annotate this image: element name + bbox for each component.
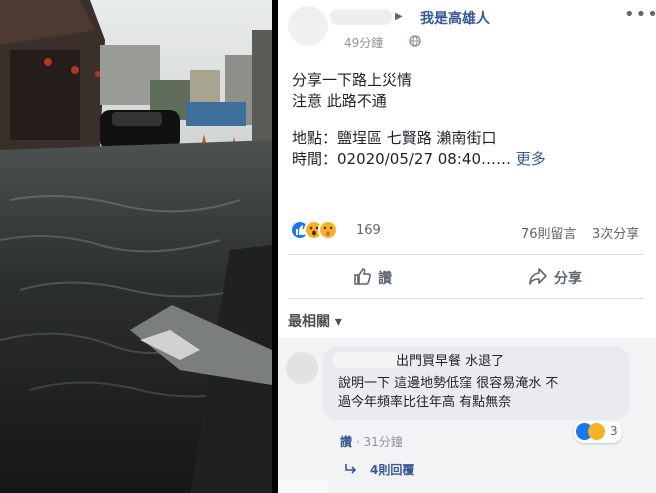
like-icon	[354, 268, 371, 285]
comment-body: 說明一下 這邊地勢低窪 很容易淹水 不 過今年頻率比往年高 有點無奈	[338, 374, 602, 412]
comment-text-line: 說明一下 這邊地勢低窪 很容易淹水 不	[338, 376, 559, 391]
like-button-label: 讚	[378, 271, 392, 287]
post-body: 分享一下路上災情 注意 此路不通 地點：鹽埕區 七賢路 瀨南街口 時間：0202…	[292, 70, 642, 170]
wow-reaction-icon	[588, 423, 605, 440]
flooded-street-image	[0, 0, 272, 493]
post-header: ▶ 我是高雄人 49分鐘 •••	[278, 0, 656, 58]
share-button-label: 分享	[554, 271, 582, 287]
view-replies-link[interactable]: 4則回覆	[370, 461, 414, 478]
arrow-right-icon: ▶	[395, 11, 403, 22]
comment-like-link[interactable]: 讚	[340, 435, 352, 449]
reaction-count[interactable]: 169	[356, 223, 381, 238]
blurred-region	[278, 480, 328, 493]
post-timestamp[interactable]: 49分鐘	[344, 34, 383, 51]
globe-icon	[409, 35, 421, 47]
see-more-link[interactable]: 更多	[516, 150, 546, 168]
post-text-line: 分享一下路上災情	[292, 71, 413, 89]
comment-first-line: 出門買早餐 水退了	[396, 354, 505, 369]
post-time-line: 時間：02020/05/27 08:40…… 更多	[292, 150, 546, 168]
reply-arrow-icon	[345, 464, 357, 474]
comment-time[interactable]: 31分鐘	[363, 435, 402, 449]
comment-reaction-count: 3	[610, 424, 618, 438]
comment-text-line: 過今年頻率比往年高 有點無奈	[338, 395, 512, 410]
shares-count[interactable]: 3次分享	[592, 223, 639, 242]
share-icon	[529, 268, 547, 285]
facebook-post: ▶ 我是高雄人 49分鐘 ••• 分享一下路上災情 注意 此路不通 地點：鹽埕區…	[278, 0, 656, 493]
post-text-line: 注意 此路不通	[292, 92, 387, 110]
post-photo[interactable]	[0, 0, 272, 493]
comments-count[interactable]: 76則留言	[521, 223, 577, 242]
author-avatar[interactable]	[288, 6, 328, 46]
comment-sort-dropdown[interactable]: 最相關 ▾	[288, 311, 342, 331]
commenter-name-blurred[interactable]	[332, 352, 402, 368]
commenter-avatar[interactable]	[286, 352, 318, 384]
divider	[288, 298, 644, 299]
comments-section: 出門買早餐 水退了 說明一下 這邊地勢低窪 很容易淹水 不 過今年頻率比往年高 …	[278, 338, 656, 493]
comment-reactions[interactable]: 3	[574, 421, 622, 443]
more-options-icon[interactable]: •••	[624, 4, 656, 25]
care-reaction-icon	[318, 220, 338, 240]
comment-meta: 讚 · 31分鐘	[340, 435, 403, 449]
post-location-line: 地點：鹽埕區 七賢路 瀨南街口	[292, 129, 497, 147]
author-name-blurred[interactable]	[330, 9, 392, 25]
divider	[288, 254, 644, 255]
group-name-link[interactable]: 我是高雄人	[420, 8, 490, 28]
